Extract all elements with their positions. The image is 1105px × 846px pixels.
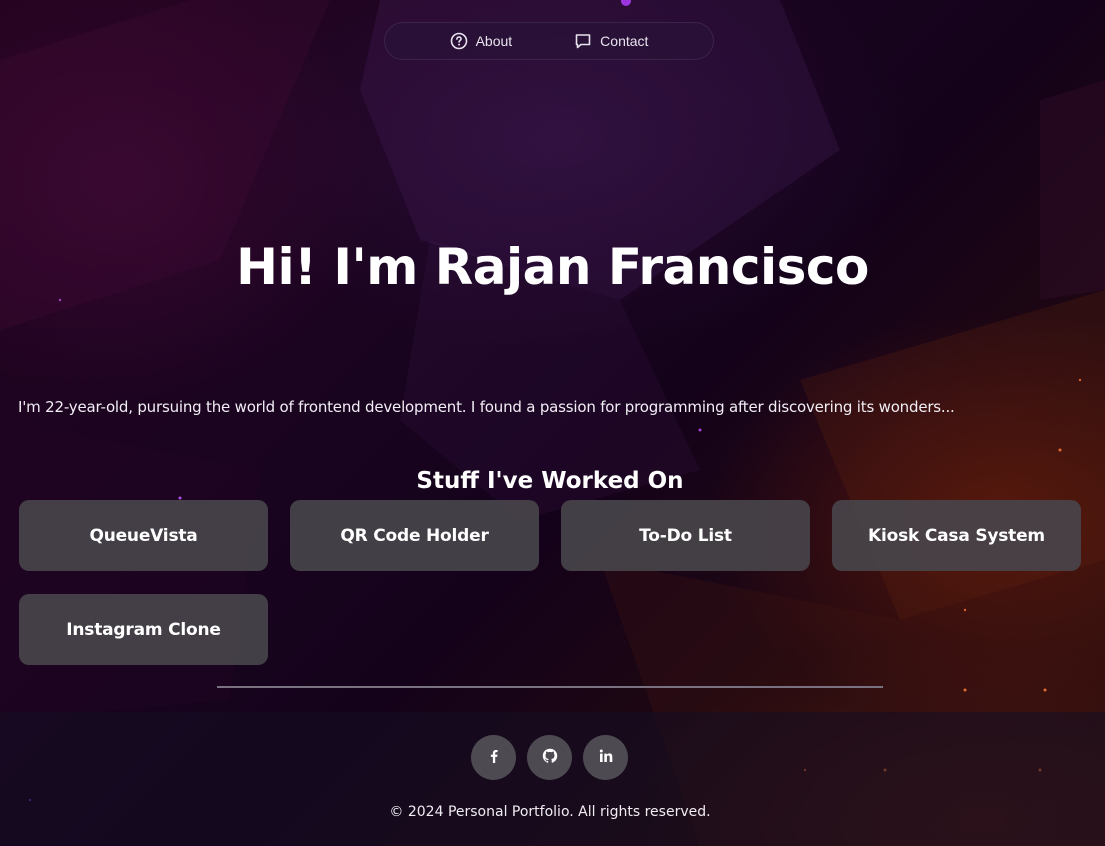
- project-card-instagram-clone[interactable]: Instagram Clone: [19, 594, 268, 665]
- project-card-queuevista[interactable]: QueueVista: [19, 500, 268, 571]
- projects-grid: QueueVista QR Code Holder To-Do List Kio…: [19, 500, 1081, 665]
- nav-item-about[interactable]: About: [450, 32, 513, 50]
- social-links: [471, 735, 628, 780]
- project-card-to-do-list[interactable]: To-Do List: [561, 500, 810, 571]
- linkedin-icon: [598, 748, 614, 768]
- section-divider: [217, 686, 883, 688]
- nav-item-about-label: About: [475, 33, 513, 49]
- top-nav: About Contact: [384, 22, 714, 60]
- nav-item-contact[interactable]: Contact: [574, 32, 648, 50]
- copyright-text: © 2024 Personal Portfolio. All rights re…: [389, 804, 711, 820]
- project-card-kiosk-casa-system[interactable]: Kiosk Casa System: [832, 500, 1081, 571]
- footer: © 2024 Personal Portfolio. All rights re…: [0, 712, 1105, 846]
- projects-heading: Stuff I've Worked On: [416, 468, 684, 494]
- linkedin-button[interactable]: [583, 735, 628, 780]
- project-card-qr-code-holder[interactable]: QR Code Holder: [290, 500, 539, 571]
- facebook-icon: [486, 748, 502, 768]
- facebook-button[interactable]: [471, 735, 516, 780]
- github-button[interactable]: [527, 735, 572, 780]
- intro-text: I'm 22-year-old, pursuing the world of f…: [18, 398, 955, 416]
- question-circle-icon: [450, 32, 468, 50]
- page-title: Hi! I'm Rajan Francisco: [236, 238, 869, 296]
- message-icon: [574, 32, 592, 50]
- github-icon: [542, 748, 558, 768]
- nav-item-contact-label: Contact: [600, 33, 649, 49]
